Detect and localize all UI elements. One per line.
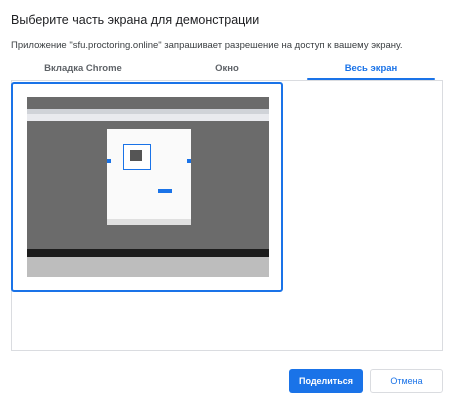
thumbnail-taskbar [27,249,269,257]
tab-entire-screen[interactable]: Весь экран [299,62,443,80]
thumbnail-bottom [27,257,269,277]
thumbnail-dialog [107,129,191,221]
share-button[interactable]: Поделиться [289,369,363,393]
dialog-subtitle: Приложение "sfu.proctoring.online" запра… [11,40,403,51]
thumbnail-lower-bar [107,219,191,225]
screen-source-tile[interactable] [11,82,283,292]
screen-share-dialog: Выберите часть экрана для демонстрации П… [0,0,456,398]
dialog-title: Выберите часть экрана для демонстрации [11,13,260,27]
thumbnail-marker-left [107,159,111,163]
screen-thumbnail [27,97,269,277]
thumbnail-button [158,189,172,193]
tab-window[interactable]: Окно [155,62,299,80]
thumbnail-tab-strip [27,109,269,114]
thumbnail-inner-dark [130,150,142,161]
cancel-button[interactable]: Отмена [370,369,443,393]
thumbnail-marker-right [187,159,191,163]
source-tabs: Вкладка Chrome Окно Весь экран [11,62,443,80]
tab-chrome-tab[interactable]: Вкладка Chrome [11,62,155,80]
